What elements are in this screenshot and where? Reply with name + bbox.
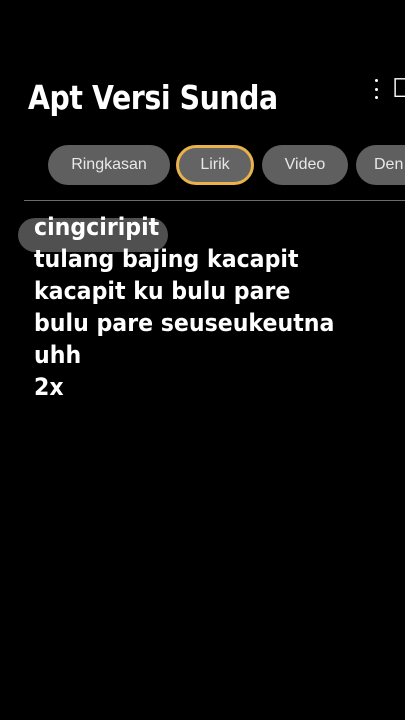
lyric-line: cingciripit — [34, 213, 160, 241]
lyric-line: 2x — [34, 373, 64, 401]
tab-video[interactable]: Video — [262, 145, 348, 185]
lyrics-panel: cingciripit tulang bajing kacapit kacapi… — [34, 211, 374, 403]
lyric-line: tulang bajing kacapit — [34, 245, 299, 273]
header: Apt Versi Sunda ☐ — [0, 0, 405, 140]
more-options-icon[interactable] — [370, 77, 382, 101]
tab-ringkasan[interactable]: Ringkasan — [48, 145, 170, 185]
tab-lirik[interactable]: Lirik — [176, 145, 254, 185]
lyric-line: bulu pare seuseukeutna — [34, 309, 335, 337]
tab-den[interactable]: Den — [356, 145, 405, 185]
share-icon[interactable]: ☐ — [392, 76, 405, 102]
lyric-line: kacapit ku bulu pare — [34, 277, 291, 305]
lyric-line: uhh — [34, 341, 82, 369]
divider — [24, 200, 405, 201]
page-title: Apt Versi Sunda — [28, 78, 278, 117]
tab-bar: Ringkasan Lirik Video Den — [48, 145, 405, 187]
